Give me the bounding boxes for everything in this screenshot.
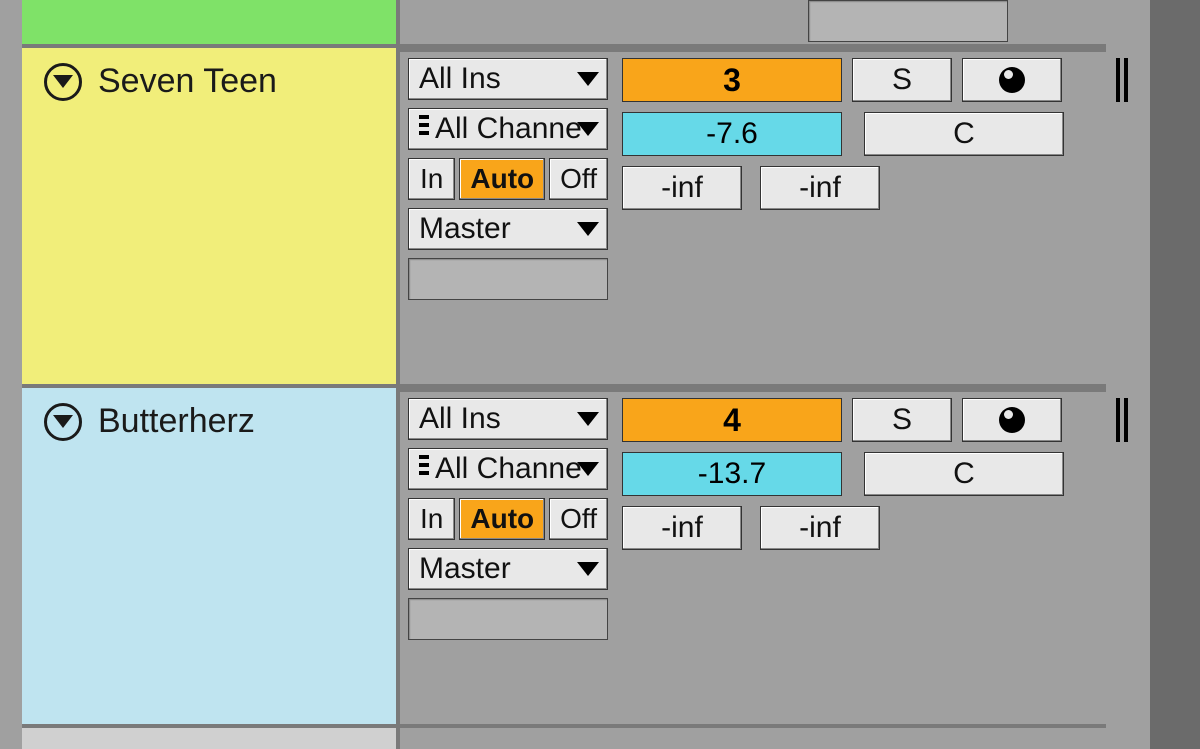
track-header-next[interactable] bbox=[22, 728, 400, 749]
chevron-down-icon bbox=[577, 562, 599, 576]
io-section: All Ins All Channe In Auto Off Master bbox=[408, 58, 608, 308]
monitor-in-button[interactable]: In bbox=[408, 158, 455, 200]
fold-button[interactable] bbox=[44, 63, 82, 101]
input-channel-value: All Channe bbox=[435, 112, 582, 146]
track-activator[interactable]: 4 bbox=[622, 398, 842, 442]
monitor-auto-button[interactable]: Auto bbox=[459, 158, 545, 200]
chevron-down-icon bbox=[577, 462, 599, 476]
input-type-value: All Ins bbox=[419, 62, 501, 96]
input-channel-dropdown[interactable]: All Channe bbox=[408, 108, 608, 150]
left-margin bbox=[0, 0, 22, 749]
meter-bars bbox=[1116, 398, 1130, 442]
chevron-down-icon bbox=[53, 75, 73, 88]
chevron-down-icon bbox=[577, 412, 599, 426]
solo-button[interactable]: S bbox=[852, 58, 952, 102]
send-a-value[interactable]: -inf bbox=[622, 506, 742, 550]
track-name-label: Seven Teen bbox=[98, 62, 277, 101]
volume-value[interactable]: -13.7 bbox=[622, 452, 842, 496]
record-disc-icon bbox=[999, 67, 1025, 93]
chevron-down-icon bbox=[577, 222, 599, 236]
input-type-dropdown[interactable]: All Ins bbox=[408, 398, 608, 440]
output-dropdown[interactable]: Master bbox=[408, 208, 608, 250]
output-value: Master bbox=[419, 212, 511, 246]
monitor-auto-button[interactable]: Auto bbox=[459, 498, 545, 540]
pan-value[interactable]: C bbox=[864, 112, 1064, 156]
send-b-value[interactable]: -inf bbox=[760, 166, 880, 210]
fold-button[interactable] bbox=[44, 403, 82, 441]
output-dropdown[interactable]: Master bbox=[408, 548, 608, 590]
mixer-section: 3 S -7.6 C -inf -inf bbox=[622, 58, 1102, 210]
meter-bars bbox=[1116, 58, 1130, 102]
chevron-down-icon bbox=[53, 415, 73, 428]
input-channel-value: All Channe bbox=[435, 452, 582, 486]
input-type-dropdown[interactable]: All Ins bbox=[408, 58, 608, 100]
monitor-off-button[interactable]: Off bbox=[549, 498, 608, 540]
right-edge bbox=[1150, 0, 1200, 749]
prev-track-io-area bbox=[400, 0, 1106, 44]
send-a-value[interactable]: -inf bbox=[622, 166, 742, 210]
volume-value[interactable]: -7.6 bbox=[622, 112, 842, 156]
monitor-toggle-group: In Auto Off bbox=[408, 158, 608, 200]
output-channel-slot[interactable] bbox=[408, 258, 608, 300]
output-channel-slot[interactable] bbox=[408, 598, 608, 640]
monitor-in-button[interactable]: In bbox=[408, 498, 455, 540]
chevron-down-icon bbox=[577, 72, 599, 86]
pan-value[interactable]: C bbox=[864, 452, 1064, 496]
drag-handle-icon bbox=[419, 455, 429, 483]
session-view-tracks: Seven Teen All Ins All Channe In Auto Of… bbox=[0, 0, 1200, 749]
io-section: All Ins All Channe In Auto Off Master bbox=[408, 398, 608, 648]
monitor-off-button[interactable]: Off bbox=[549, 158, 608, 200]
output-value: Master bbox=[419, 552, 511, 586]
track-header-butterherz[interactable]: Butterherz bbox=[22, 388, 400, 724]
chevron-down-icon bbox=[577, 122, 599, 136]
record-disc-icon bbox=[999, 407, 1025, 433]
arm-record-button[interactable] bbox=[962, 398, 1062, 442]
track-name-label: Butterherz bbox=[98, 402, 255, 441]
track-activator[interactable]: 3 bbox=[622, 58, 842, 102]
prev-empty-slot[interactable] bbox=[808, 0, 1008, 42]
arm-record-button[interactable] bbox=[962, 58, 1062, 102]
input-type-value: All Ins bbox=[419, 402, 501, 436]
input-channel-dropdown[interactable]: All Channe bbox=[408, 448, 608, 490]
mixer-section: 4 S -13.7 C -inf -inf bbox=[622, 398, 1102, 550]
solo-button[interactable]: S bbox=[852, 398, 952, 442]
monitor-toggle-group: In Auto Off bbox=[408, 498, 608, 540]
send-b-value[interactable]: -inf bbox=[760, 506, 880, 550]
drag-handle-icon bbox=[419, 115, 429, 143]
track-header-seven-teen[interactable]: Seven Teen bbox=[22, 48, 400, 384]
track-header-prev[interactable] bbox=[22, 0, 400, 44]
